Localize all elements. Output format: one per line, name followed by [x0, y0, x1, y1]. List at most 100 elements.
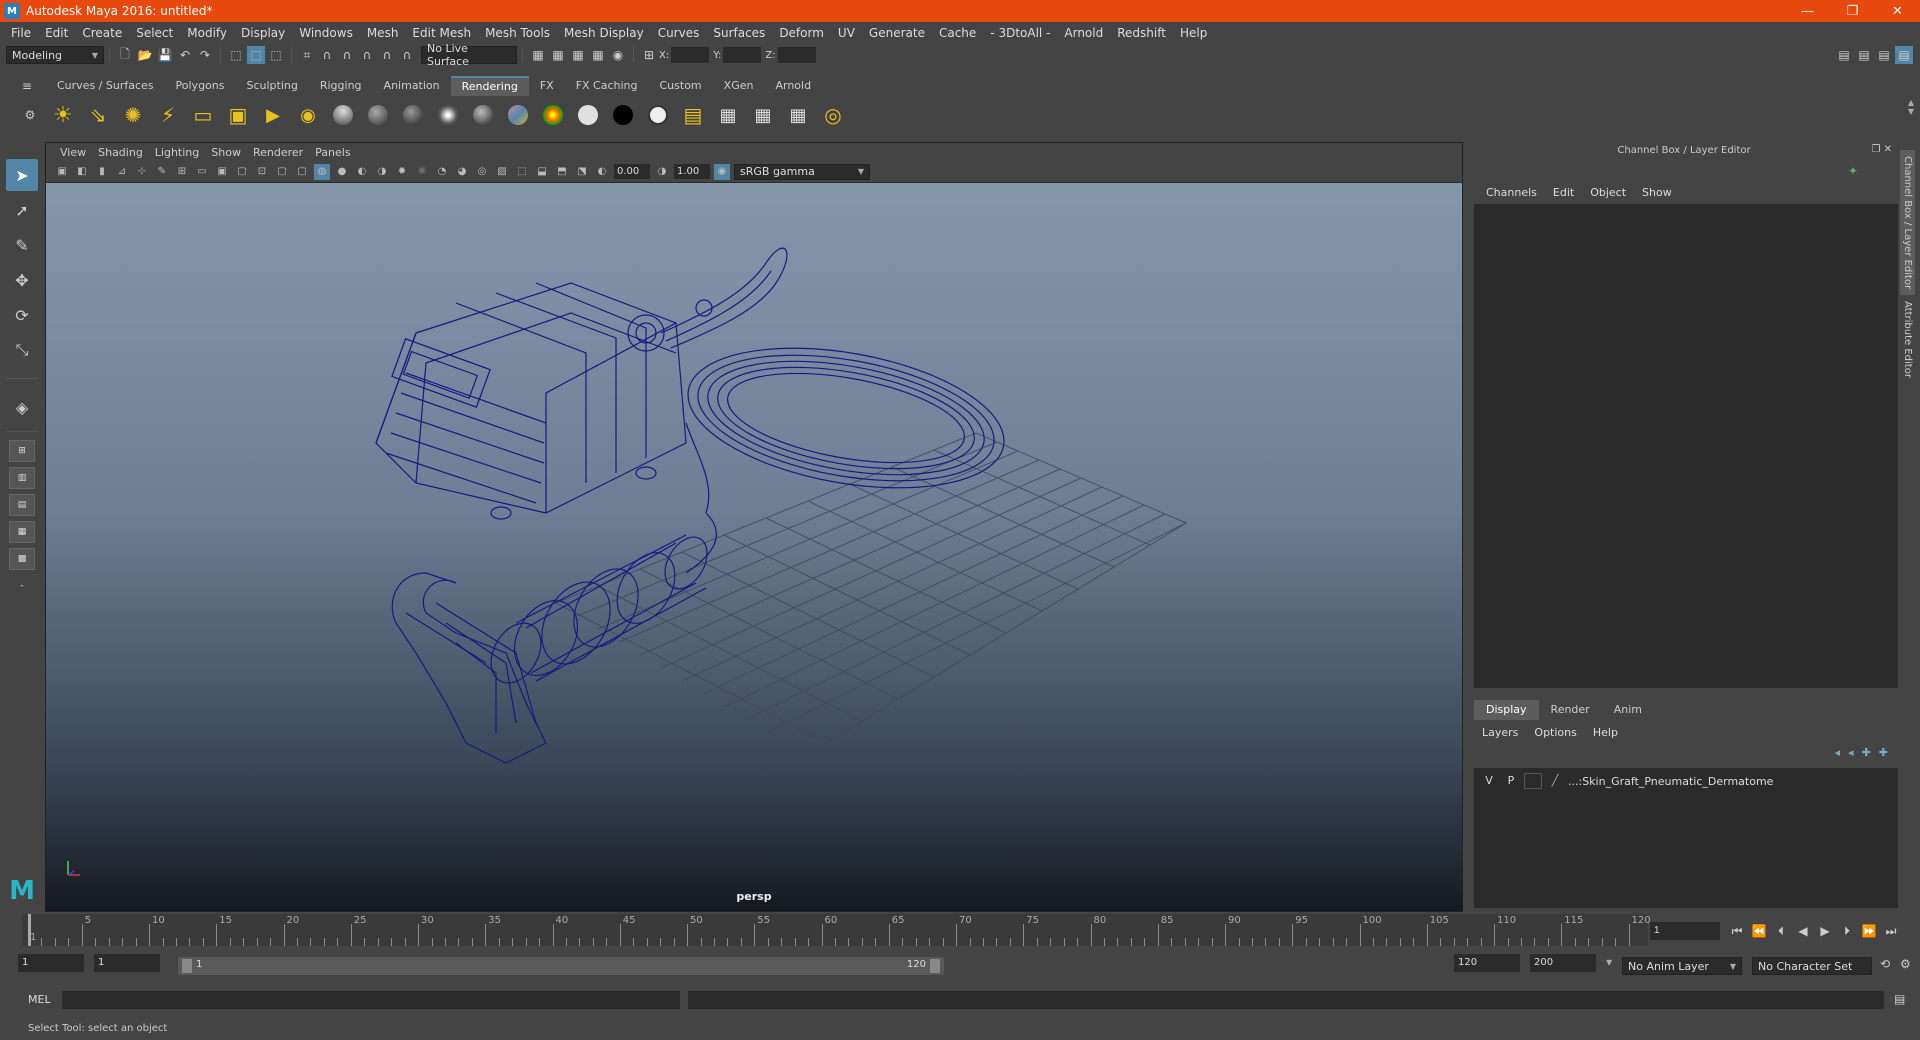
snap-view-icon[interactable]: ∩	[358, 46, 376, 64]
z-coordinate-field[interactable]	[777, 47, 816, 63]
anti-aliasing-icon[interactable]: ▨	[494, 164, 510, 180]
step-forward-icon[interactable]: ⏩	[1858, 924, 1880, 938]
step-back-key-icon[interactable]: ⏴	[1770, 924, 1792, 939]
blinn-material-icon[interactable]	[328, 100, 358, 130]
menu-edit[interactable]: Edit	[38, 26, 75, 40]
menu-display[interactable]: Display	[234, 26, 292, 40]
field-chart-icon[interactable]: ⊡	[254, 164, 270, 180]
float-panel-icon[interactable]: ❐	[1871, 144, 1880, 155]
grid-icon[interactable]: ⊞	[174, 164, 190, 180]
persp-outliner-layout-icon[interactable]: ▥	[9, 467, 35, 489]
tab-fx[interactable]: FX	[529, 76, 565, 96]
layer-display-type[interactable]	[1524, 773, 1542, 789]
surface-shader-black-icon[interactable]	[608, 100, 638, 130]
shelf-scroll-down-icon[interactable]: ▼	[1908, 107, 1914, 116]
snap-curve-icon[interactable]: ∩	[318, 46, 336, 64]
gamma-field[interactable]: 1.00	[674, 164, 710, 179]
grease-pencil-icon[interactable]: ✎	[154, 164, 170, 180]
menu-mesh-tools[interactable]: Mesh Tools	[478, 26, 557, 40]
live-surface-field[interactable]: No Live Surface	[421, 42, 517, 68]
shadows-icon[interactable]: ☼	[414, 164, 430, 180]
ambient-light-icon[interactable]: ☀	[48, 100, 78, 130]
exposure-icon[interactable]: ◐	[594, 164, 610, 180]
menu-create[interactable]: Create	[75, 26, 129, 40]
object-menu[interactable]: Object	[1582, 186, 1634, 199]
surface-shader-white-icon[interactable]	[573, 100, 603, 130]
wireframe-icon[interactable]: ◍	[314, 163, 330, 180]
layer-visibility-toggle[interactable]: V	[1480, 773, 1498, 789]
auto-key-icon[interactable]: ⟲	[1880, 957, 1890, 971]
select-tool-icon[interactable]: ➤	[6, 159, 38, 191]
ramp-shader-icon[interactable]	[538, 100, 568, 130]
anim-layer-dropdown[interactable]: No Anim Layer ▼	[1622, 957, 1742, 975]
layer-color-icon[interactable]: ╱	[1546, 773, 1564, 789]
viewport-menu-show[interactable]: Show	[205, 146, 247, 159]
play-forward-icon[interactable]: ▶	[1814, 924, 1836, 938]
lambert-material-icon[interactable]	[363, 100, 393, 130]
preferences-icon[interactable]: ⚙	[1900, 957, 1911, 971]
paint-select-tool-icon[interactable]: ✎	[6, 229, 38, 261]
last-tool-icon[interactable]: ◈	[6, 391, 38, 423]
viewport-menu-lighting[interactable]: Lighting	[149, 146, 205, 159]
motion-blur-icon[interactable]: ◎	[474, 164, 490, 180]
tab-fx-caching[interactable]: FX Caching	[565, 76, 649, 96]
tab-render[interactable]: Render	[1539, 700, 1602, 720]
resolution-gate-icon[interactable]: ▣	[214, 164, 230, 180]
select-hierarchy-icon[interactable]: ⬚	[227, 46, 245, 64]
layered-shader-icon[interactable]	[503, 100, 533, 130]
chevron-down-icon[interactable]: ▼	[1606, 958, 1612, 967]
hypershade-shelf-icon[interactable]: ◎	[818, 100, 848, 130]
exposure-field[interactable]: 0.00	[614, 164, 650, 179]
viewport-menu-view[interactable]: View	[54, 146, 92, 159]
render-current-shelf-icon[interactable]: ▦	[713, 100, 743, 130]
menu-generate[interactable]: Generate	[862, 26, 932, 40]
channel-box-area[interactable]	[1474, 204, 1898, 688]
channels-menu[interactable]: Channels	[1478, 186, 1545, 199]
menu-arnold[interactable]: Arnold	[1057, 26, 1110, 40]
2d-pan-zoom-icon[interactable]: ⊹	[134, 164, 150, 180]
gamma-icon[interactable]: ◑	[654, 164, 670, 180]
safe-title-icon[interactable]: ▢	[294, 164, 310, 180]
undo-icon[interactable]: ↶	[176, 46, 194, 64]
persp-graph-layout-icon[interactable]: ▤	[9, 494, 35, 516]
xray-active-icon[interactable]: ⬒	[554, 164, 570, 180]
modeling-toolkit-icon[interactable]: ▤	[1835, 46, 1853, 64]
shelf-settings-icon[interactable]: ⚙	[21, 106, 39, 124]
menu-help[interactable]: Help	[1173, 26, 1214, 40]
maya-home-icon[interactable]: M	[6, 876, 38, 908]
hypershade-icon[interactable]: ◉	[609, 46, 627, 64]
menu-mesh-display[interactable]: Mesh Display	[557, 26, 651, 40]
attribute-editor-icon[interactable]: ▤	[1855, 46, 1873, 64]
save-scene-icon[interactable]: 💾	[156, 46, 174, 64]
tab-attribute-editor[interactable]: Attribute Editor	[1900, 295, 1915, 384]
layout-options-icon[interactable]: -	[9, 575, 35, 597]
safe-action-icon[interactable]: ▢	[274, 164, 290, 180]
scale-tool-icon[interactable]: ⤡	[6, 334, 38, 366]
lasso-tool-icon[interactable]: ➚	[6, 194, 38, 226]
mel-command-input[interactable]	[62, 991, 680, 1009]
snap-live-icon[interactable]: ∩	[398, 46, 416, 64]
close-button[interactable]: ✕	[1875, 4, 1920, 19]
menu-modify[interactable]: Modify	[180, 26, 234, 40]
move-tool-icon[interactable]: ✥	[6, 264, 38, 296]
new-layer-icon[interactable]: ✚	[1862, 746, 1871, 759]
time-slider[interactable]: 1 5 10 15 20 25 30 35 40 45 50 55 60 65 70 75 80 85 90 95 10…	[22, 914, 1651, 946]
help-menu[interactable]: Help	[1585, 726, 1626, 739]
animation-start-field[interactable]: 1	[18, 954, 84, 972]
menu-uv[interactable]: UV	[831, 26, 862, 40]
spot-light-icon[interactable]: ⚡	[153, 100, 183, 130]
layer-playback-toggle[interactable]: P	[1502, 773, 1520, 789]
camera-attributes-icon[interactable]: ◧	[74, 164, 90, 180]
tab-display[interactable]: Display	[1474, 700, 1539, 720]
current-frame-field[interactable]	[1650, 922, 1720, 940]
menu-curves[interactable]: Curves	[651, 26, 707, 40]
viewport-canvas[interactable]: persp	[46, 183, 1462, 911]
menu-surfaces[interactable]: Surfaces	[706, 26, 772, 40]
snap-surface-icon[interactable]: ∩	[378, 46, 396, 64]
minimize-button[interactable]: —	[1785, 4, 1830, 19]
shelf-scroll-up-icon[interactable]: ▲	[1908, 98, 1914, 107]
wireframe-on-shaded-icon[interactable]: ◐	[354, 164, 370, 180]
script-editor-icon[interactable]: ▤	[1894, 992, 1905, 1006]
select-object-icon[interactable]: ⬚	[247, 46, 265, 64]
render-settings-icon[interactable]: ▦	[589, 46, 607, 64]
